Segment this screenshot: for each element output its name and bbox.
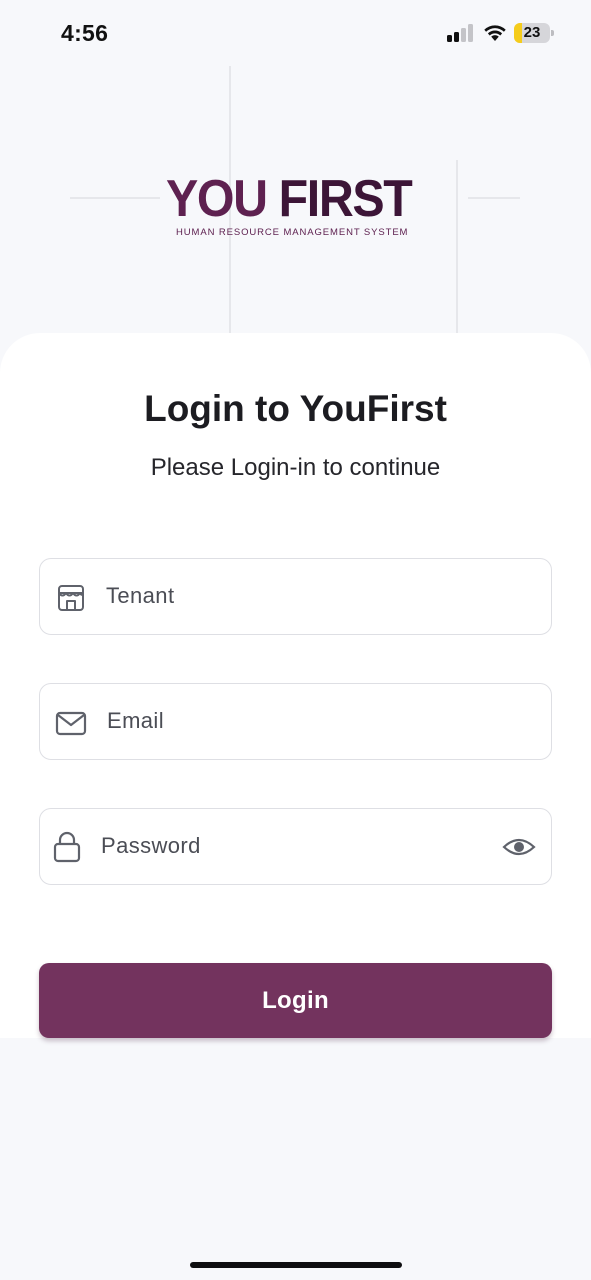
status-time: 4:56: [61, 20, 109, 46]
logo-wordmark: YOU FIRST: [166, 170, 413, 228]
logo-word-two: FIRST: [278, 170, 413, 228]
battery-icon: 23: [514, 23, 554, 43]
login-button[interactable]: Login: [39, 963, 552, 1038]
mail-icon: [55, 711, 87, 736]
tenant-input[interactable]: [106, 559, 536, 633]
eye-icon[interactable]: [502, 834, 536, 860]
email-field[interactable]: [39, 683, 552, 760]
email-input[interactable]: [107, 684, 537, 758]
page-title: Login to YouFirst: [144, 388, 447, 429]
password-field[interactable]: [39, 808, 552, 885]
cellular-signal-icon: [447, 24, 475, 42]
login-screen: 4:56 23 YOU FIRST HUMAN RESOURCE MANAGEM…: [0, 0, 591, 1280]
logo-tagline: HUMAN RESOURCE MANAGEMENT SYSTEM: [176, 227, 409, 238]
youfirst-logo: YOU FIRST HUMAN RESOURCE MANAGEMENT SYST…: [166, 173, 426, 238]
status-bar: 4:56 23: [0, 0, 591, 66]
wifi-icon: [484, 25, 506, 41]
lock-icon: [53, 831, 81, 863]
tenant-field[interactable]: [39, 558, 552, 635]
page-subtitle: Please Login-in to continue: [150, 454, 441, 481]
home-indicator: [190, 1262, 402, 1268]
logo-word-one: YOU: [166, 170, 268, 228]
password-input[interactable]: [101, 809, 481, 883]
store-icon: [58, 585, 84, 611]
battery-level: 23: [523, 24, 541, 41]
